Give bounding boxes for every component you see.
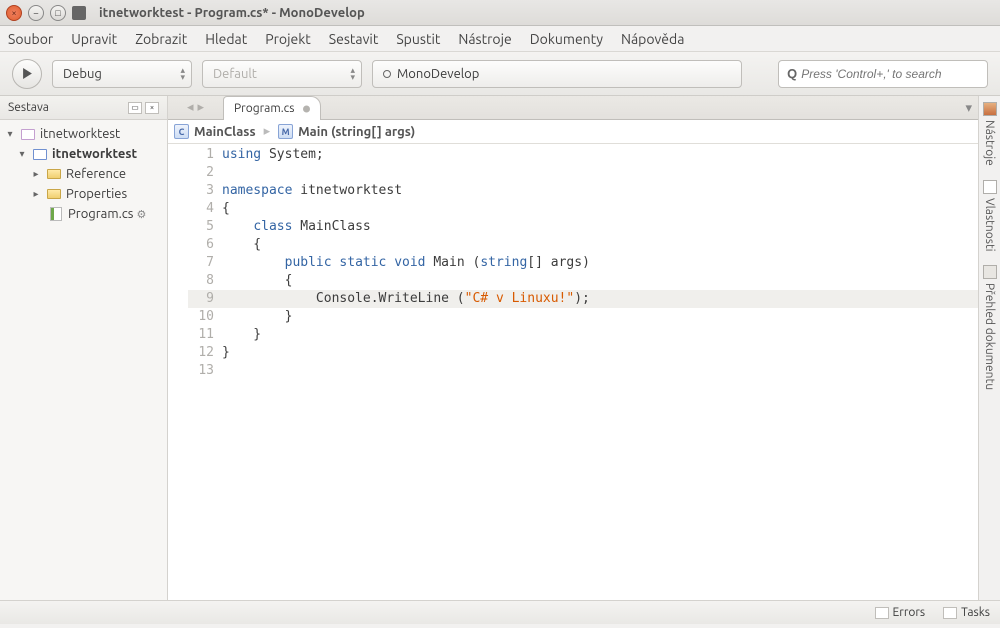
chevron-left-icon[interactable]: ◂ <box>187 100 194 115</box>
panel-dock-icon[interactable]: ▭ <box>128 102 142 114</box>
toolbar: Debug ▴▾ Default ▴▾ MonoDevelop Q <box>0 52 1000 96</box>
expand-icon[interactable]: ▸ <box>30 188 42 200</box>
errors-icon <box>875 607 889 619</box>
menu-zobrazit[interactable]: Zobrazit <box>135 31 187 47</box>
status-label: Tasks <box>961 606 990 619</box>
menu-projekt[interactable]: Projekt <box>265 31 311 47</box>
document-tabs: ◂ ▸ Program.cs ▾ <box>168 96 978 120</box>
close-icon[interactable]: × <box>6 5 22 21</box>
right-sidebar: Nástroje Vlastnosti Přehled dokumentu <box>978 96 1000 600</box>
line-number-gutter: 12345678910111213 <box>188 144 222 600</box>
folder-icon <box>46 187 62 201</box>
menu-dokumenty[interactable]: Dokumenty <box>530 31 603 47</box>
target-icon <box>383 70 391 78</box>
class-icon: C <box>174 124 189 139</box>
status-errors[interactable]: Errors <box>875 606 926 619</box>
tree-properties[interactable]: ▸ Properties <box>0 184 167 204</box>
tree-label: Properties <box>66 187 127 201</box>
menu-nastroje[interactable]: Nástroje <box>458 31 511 47</box>
app-icon <box>72 6 86 20</box>
search-icon: Q <box>787 67 797 81</box>
solution-panel-header: Sestava ▭ × <box>0 96 167 120</box>
tab-program[interactable]: Program.cs <box>223 96 321 120</box>
menu-napoveda[interactable]: Nápověda <box>621 31 684 47</box>
side-tab-tools[interactable]: Nástroje <box>983 102 997 166</box>
code-editor[interactable]: 12345678910111213 using System; namespac… <box>168 144 978 600</box>
menu-soubor[interactable]: Soubor <box>8 31 53 47</box>
tree-label: itnetworktest <box>52 147 137 161</box>
menu-spustit[interactable]: Spustit <box>396 31 440 47</box>
tree-project[interactable]: ▾ itnetworktest <box>0 144 167 164</box>
menu-sestavit[interactable]: Sestavit <box>329 31 379 47</box>
panel-title: Sestava <box>8 101 125 114</box>
chevron-right-icon[interactable]: ▸ <box>198 100 205 115</box>
tree-label: Program.cs <box>68 207 133 221</box>
tasks-icon <box>943 607 957 619</box>
status-tasks[interactable]: Tasks <box>943 606 990 619</box>
run-target-label: MonoDevelop <box>397 67 479 81</box>
side-tab-overview[interactable]: Přehled dokumentu <box>983 265 997 390</box>
side-tab-label: Přehled dokumentu <box>983 283 996 390</box>
solution-tree: ▾ itnetworktest ▾ itnetworktest ▸ Refere… <box>0 120 167 228</box>
device-combo[interactable]: Default ▴▾ <box>202 60 362 88</box>
chevron-down-icon[interactable]: ▾ <box>965 101 972 116</box>
code-content[interactable]: using System; namespace itnetworktest { … <box>222 144 978 600</box>
tab-label: Program.cs <box>234 102 294 115</box>
configuration-label: Debug <box>63 67 102 81</box>
chevron-right-icon: ▸ <box>264 124 271 139</box>
side-tab-label: Vlastnosti <box>983 198 996 252</box>
search-input[interactable] <box>801 67 979 81</box>
breadcrumb-method[interactable]: Main (string[] args) <box>298 125 415 139</box>
run-button[interactable] <box>12 59 42 89</box>
tree-solution[interactable]: ▾ itnetworktest <box>0 124 167 144</box>
panel-close-icon[interactable]: × <box>145 102 159 114</box>
play-icon <box>22 68 33 79</box>
properties-icon <box>983 180 997 194</box>
collapse-icon[interactable]: ▾ <box>16 148 28 160</box>
tree-label: itnetworktest <box>40 127 120 141</box>
csharp-file-icon <box>48 207 64 221</box>
configuration-combo[interactable]: Debug ▴▾ <box>52 60 192 88</box>
menu-bar: Soubor Upravit Zobrazit Hledat Projekt S… <box>0 26 1000 52</box>
side-tab-properties[interactable]: Vlastnosti <box>983 180 997 252</box>
minimize-icon[interactable]: – <box>28 5 44 21</box>
side-tab-label: Nástroje <box>983 120 996 166</box>
gear-icon[interactable]: ⚙ <box>136 208 146 221</box>
collapse-icon[interactable]: ▾ <box>4 128 16 140</box>
expand-icon[interactable]: ▸ <box>30 168 42 180</box>
tree-references[interactable]: ▸ Reference <box>0 164 167 184</box>
maximize-icon[interactable]: □ <box>50 5 66 21</box>
tree-file-program[interactable]: Program.cs ⚙ <box>0 204 167 224</box>
document-icon <box>983 265 997 279</box>
breadcrumb-class[interactable]: MainClass <box>194 125 256 139</box>
tree-label: Reference <box>66 167 126 181</box>
run-target-combo[interactable]: MonoDevelop <box>372 60 742 88</box>
window-title: itnetworktest - Program.cs* - MonoDevelo… <box>99 6 365 20</box>
toolbox-icon <box>983 102 997 116</box>
status-bar: Errors Tasks <box>0 600 1000 624</box>
global-search[interactable]: Q <box>778 60 988 88</box>
solution-panel: Sestava ▭ × ▾ itnetworktest ▾ itnetworkt… <box>0 96 168 600</box>
folder-icon <box>46 167 62 181</box>
project-icon <box>32 147 48 161</box>
device-label: Default <box>213 67 257 81</box>
updown-icon: ▴▾ <box>350 67 355 81</box>
menu-hledat[interactable]: Hledat <box>205 31 247 47</box>
updown-icon: ▴▾ <box>180 67 185 81</box>
breadcrumb[interactable]: C MainClass ▸ M Main (string[] args) <box>168 120 978 144</box>
solution-icon <box>20 127 36 141</box>
folding-margin[interactable] <box>168 144 188 600</box>
tab-history-nav[interactable]: ◂ ▸ <box>168 96 223 119</box>
window-titlebar: × – □ itnetworktest - Program.cs* - Mono… <box>0 0 1000 26</box>
editor-area: ◂ ▸ Program.cs ▾ C MainClass ▸ M Main (s… <box>168 96 978 600</box>
dirty-indicator-icon <box>303 105 310 112</box>
method-icon: M <box>278 124 293 139</box>
status-label: Errors <box>893 606 926 619</box>
menu-upravit[interactable]: Upravit <box>71 31 117 47</box>
